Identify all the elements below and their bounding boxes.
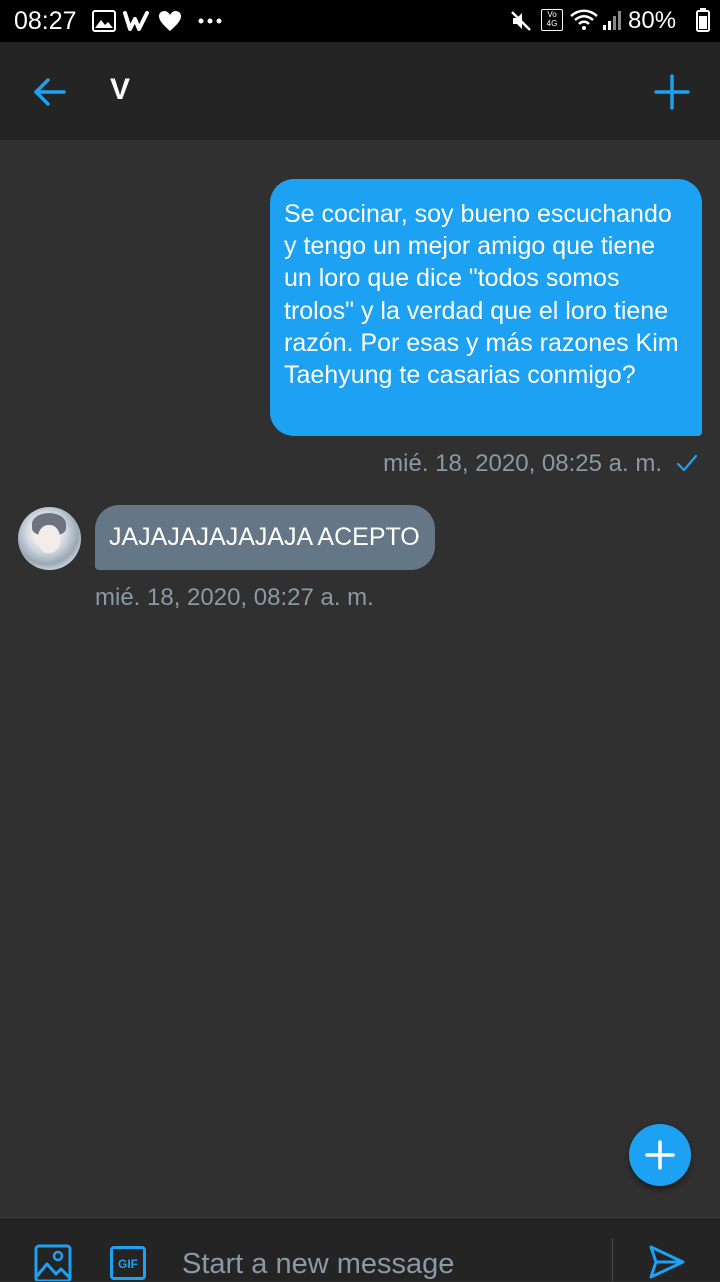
gallery-icon xyxy=(92,10,116,32)
image-icon[interactable] xyxy=(34,1244,72,1281)
checkmark-icon xyxy=(676,454,698,472)
add-fab-button[interactable] xyxy=(629,1124,691,1186)
battery-percentage: 80% xyxy=(628,7,677,34)
message-composer: GIF xyxy=(0,1217,720,1282)
outgoing-message-timestamp: mié. 18, 2020, 08:25 a. m. xyxy=(383,450,662,477)
status-time: 08:27 xyxy=(14,7,77,35)
battery-icon xyxy=(696,8,710,32)
message-input[interactable] xyxy=(182,1246,602,1282)
back-arrow-icon[interactable] xyxy=(28,70,72,114)
incoming-message-bubble[interactable]: JAJAJAJAJAJAJA ACEPTO xyxy=(95,505,435,570)
more-notifications-icon xyxy=(198,18,222,24)
status-bar: 08:27 Vo 4G 80% xyxy=(0,0,720,42)
plus-icon xyxy=(645,1140,675,1170)
plus-icon[interactable] xyxy=(650,70,694,114)
mute-icon xyxy=(511,11,531,31)
wifi-icon xyxy=(570,9,598,30)
send-icon[interactable] xyxy=(648,1244,686,1280)
conversation-title[interactable]: V xyxy=(110,73,130,107)
heart-icon xyxy=(159,11,181,31)
gif-button[interactable]: GIF xyxy=(110,1246,146,1280)
signal-icon xyxy=(603,11,621,30)
volte-badge: Vo 4G xyxy=(541,9,563,31)
wattpad-icon xyxy=(123,11,149,31)
system-icons: Vo 4G 80% xyxy=(510,7,712,35)
outgoing-message-bubble[interactable]: Se cocinar, soy bueno escuchando y tengo… xyxy=(270,179,702,436)
composer-divider xyxy=(612,1238,613,1281)
incoming-message-timestamp: mié. 18, 2020, 08:27 a. m. xyxy=(95,584,374,611)
conversation-header: V xyxy=(0,42,720,140)
avatar[interactable] xyxy=(18,507,81,570)
